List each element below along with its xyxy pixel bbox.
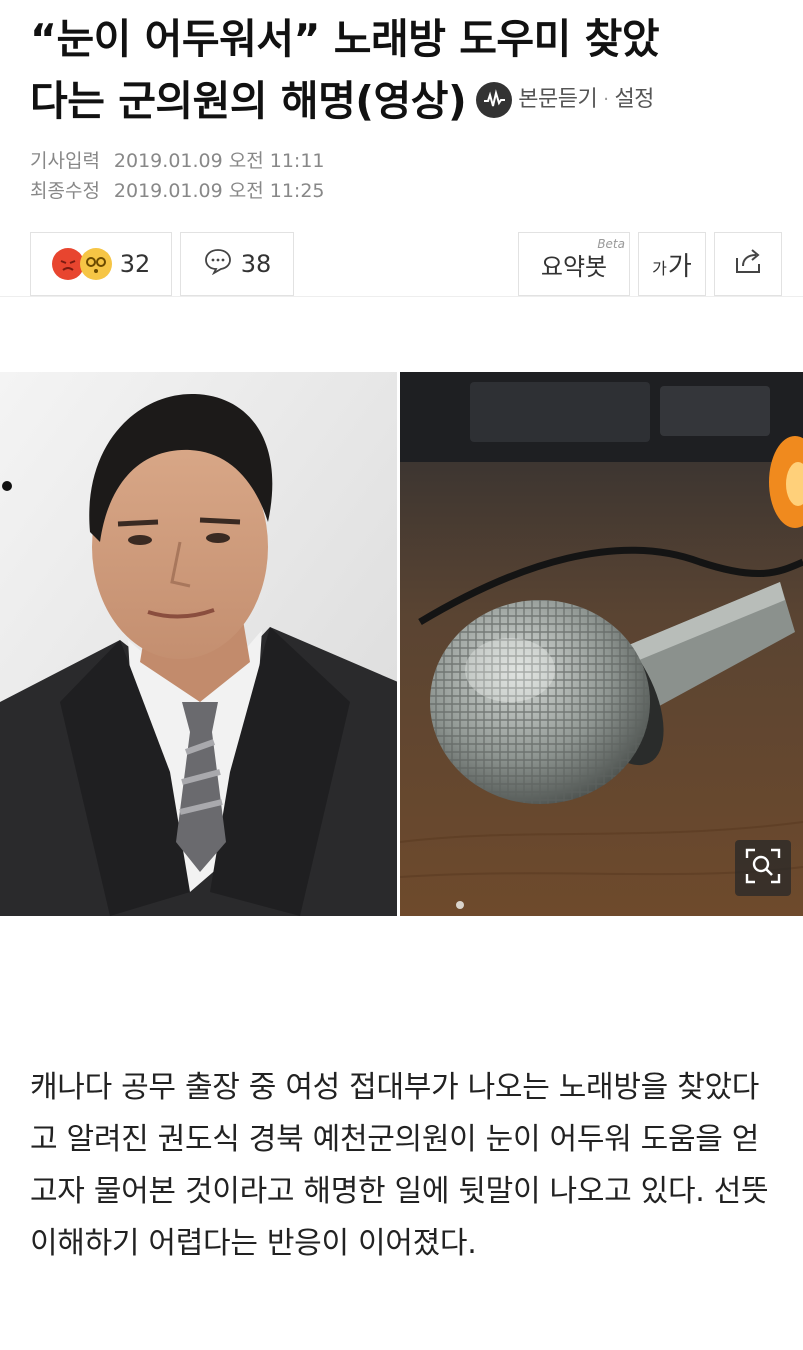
headline-line-2: 다는 군의원의 해명(영상) 본문듣기 · 설정	[30, 70, 790, 135]
article-toolbar: 32 38 요약봇 Beta 가가	[30, 232, 782, 296]
zoom-button[interactable]	[735, 840, 791, 896]
settings-button[interactable]: 설정	[614, 69, 654, 131]
toolbar-divider	[0, 296, 803, 297]
published-label: 기사입력	[30, 150, 100, 172]
published-value: 2019.01.09 오전 11:11	[113, 150, 325, 172]
comment-button[interactable]: 38	[180, 232, 294, 296]
article-meta: 기사입력 2019.01.09 오전 11:11 최종수정 2019.01.09 오…	[30, 146, 325, 206]
article-photo[interactable]	[0, 372, 803, 916]
published-row: 기사입력 2019.01.09 오전 11:11	[30, 146, 325, 176]
modified-label: 최종수정	[30, 180, 100, 202]
headline-line-2-text: 다는 군의원의 해명(영상)	[30, 77, 467, 125]
photo-illustration	[0, 372, 803, 916]
audio-icon[interactable]	[476, 82, 513, 118]
audio-controls: 본문듣기 · 설정	[476, 69, 654, 131]
article-body: 캐나다 공무 출장 중 여성 접대부가 나오는 노래방을 찾았다고 알려진 권도…	[30, 1070, 769, 1261]
headline-line-1: “눈이 어두워서” 노래방 도우미 찾았	[30, 15, 660, 63]
font-large-glyph: 가	[667, 251, 692, 282]
share-icon	[731, 246, 765, 282]
reaction-button[interactable]: 32	[30, 232, 172, 296]
summary-bot-label: 요약봇	[540, 252, 608, 281]
share-button[interactable]	[714, 232, 782, 296]
modified-value: 2019.01.09 오전 11:25	[113, 180, 325, 202]
separator-dot: ·	[603, 89, 609, 110]
reaction-count: 32	[119, 250, 151, 278]
beta-badge: Beta	[597, 237, 625, 251]
listen-button[interactable]: 본문듣기	[518, 69, 597, 131]
article-headline: “눈이 어두워서” 노래방 도우미 찾았 다는 군의원의 해명(영상) 본문듣기 ·…	[30, 8, 790, 135]
zoom-icon	[743, 846, 783, 890]
summary-bot-button[interactable]: 요약봇 Beta	[518, 232, 630, 296]
modified-row: 최종수정 2019.01.09 오전 11:25	[30, 176, 325, 206]
font-small-glyph: 가	[652, 259, 667, 278]
shock-emoji-icon	[79, 248, 112, 280]
comment-count: 38	[240, 250, 272, 278]
font-size-button[interactable]: 가가	[638, 232, 706, 296]
comment-icon	[203, 247, 233, 281]
